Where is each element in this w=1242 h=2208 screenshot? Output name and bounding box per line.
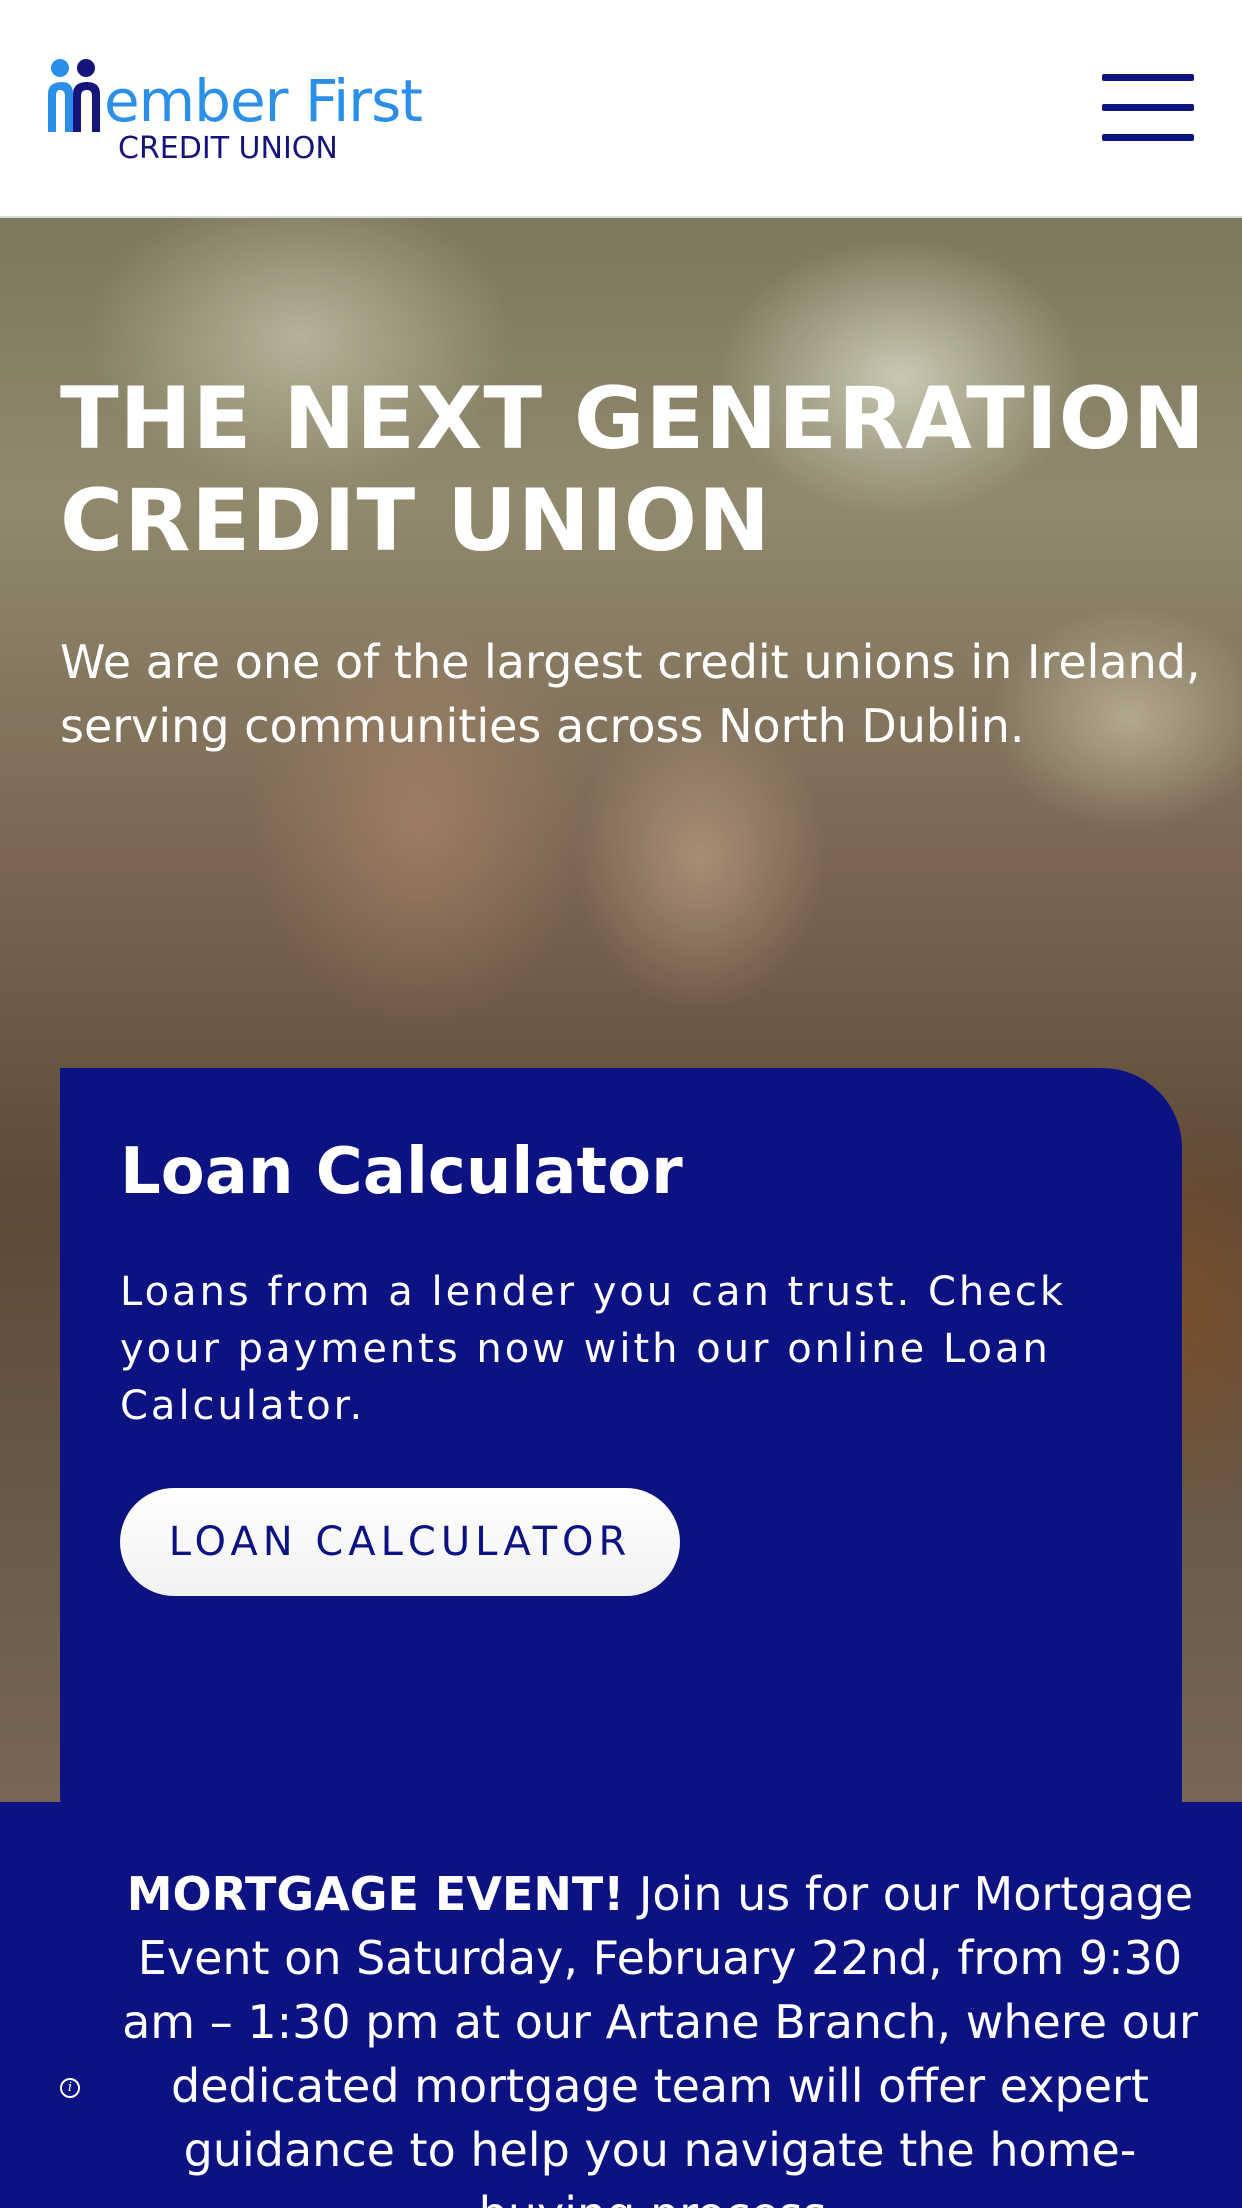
logo-subtitle: CREDIT UNION (118, 131, 338, 166)
hero-section: THE NEXT GENERATION CREDIT UNION We are … (0, 218, 1242, 1802)
hamburger-menu-icon[interactable] (1102, 74, 1194, 142)
hero-subtitle-line-1: We are one of the largest credit unions … (60, 635, 1201, 689)
menu-bar-1 (1102, 74, 1194, 81)
menu-bar-3 (1102, 134, 1194, 141)
site-header: ember First CREDIT UNION (0, 0, 1242, 218)
banner-line-5: guidance to help you navigate the home- (183, 2123, 1137, 2177)
loan-desc-line-1: Loans from a lender you can trust. Check (120, 1269, 1066, 1315)
loan-desc-line-2: your payments now with our online Loan (120, 1326, 1051, 1372)
hero-subtitle-line-2: serving communities across North Dublin. (60, 699, 1025, 753)
loan-desc-line-3: Calculator. (120, 1383, 366, 1429)
banner-line-1: MORTGAGE EVENT! Join us for our Mortgage (100, 1862, 1220, 1926)
member-first-logo[interactable]: ember First CREDIT UNION (46, 50, 423, 170)
loan-calculator-button[interactable]: LOAN CALCULATOR (120, 1488, 680, 1596)
banner-line-1-rest: Join us for our Mortgage (624, 1867, 1194, 1921)
banner-text: MORTGAGE EVENT! Join us for our Mortgage… (100, 1862, 1220, 2208)
hero-title-line-2: CREDIT UNION (60, 471, 771, 571)
banner-line-2: Event on Saturday, February 22nd, from 9… (137, 1931, 1183, 1985)
logo-text: ember First (104, 67, 423, 135)
logo-wordmark: ember First (46, 59, 423, 132)
banner-line-4: dedicated mortgage team will offer exper… (171, 2059, 1149, 2113)
logo-people-icon (48, 59, 100, 132)
info-icon[interactable]: i (60, 2078, 80, 2098)
banner-line-6: buying process. (100, 2182, 1220, 2208)
hero-title-line-1: THE NEXT GENERATION (60, 369, 1206, 469)
loan-card-description: Loans from a lender you can trust. Check… (120, 1264, 1120, 1435)
loan-card-title: Loan Calculator (120, 1135, 683, 1209)
loan-calculator-card: Loan Calculator Loans from a lender you … (60, 1068, 1182, 1802)
hero-title: THE NEXT GENERATION CREDIT UNION (60, 368, 1210, 572)
banner-line-3: am – 1:30 pm at our Artane Branch, where… (122, 1995, 1198, 2049)
hero-subtitle: We are one of the largest credit unions … (60, 630, 1210, 758)
menu-bar-2 (1102, 104, 1194, 111)
banner-headline: MORTGAGE EVENT! (126, 1867, 625, 1921)
mortgage-event-banner: MORTGAGE EVENT! Join us for our Mortgage… (0, 1802, 1242, 2208)
